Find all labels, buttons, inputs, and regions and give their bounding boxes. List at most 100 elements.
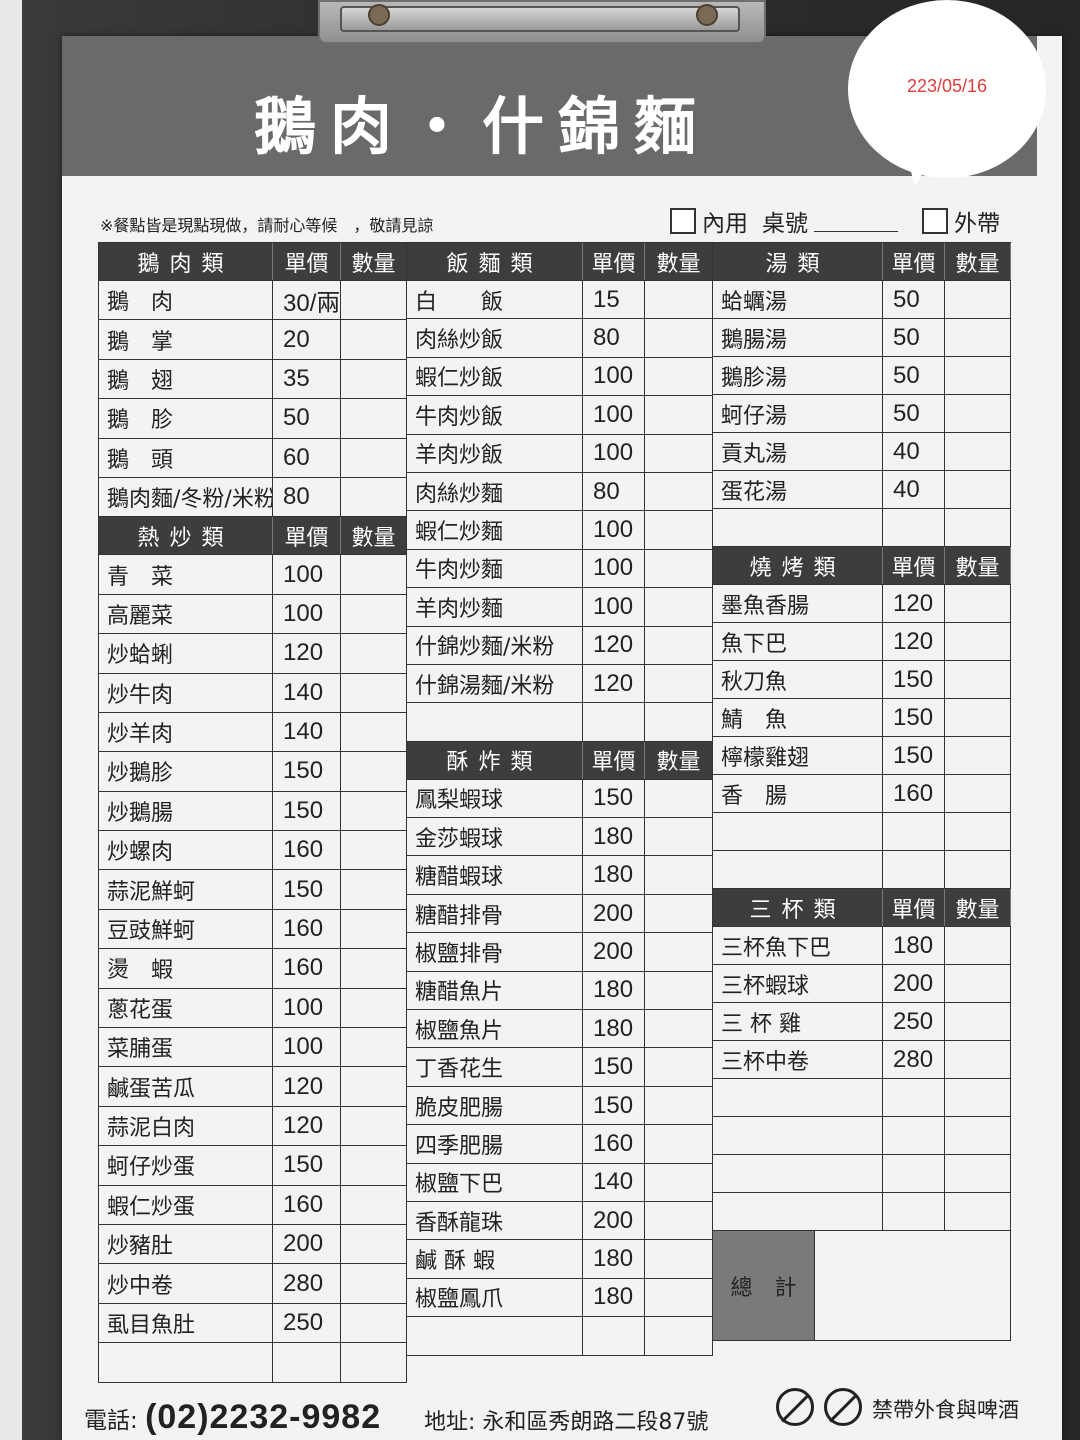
quantity-cell[interactable] <box>341 1067 407 1106</box>
item-price: 160 <box>273 909 341 949</box>
quantity-cell[interactable] <box>341 949 407 988</box>
quantity-cell[interactable] <box>945 357 1011 394</box>
dine-in-checkbox[interactable] <box>670 208 696 234</box>
quantity-cell[interactable] <box>341 320 407 359</box>
item-name: 香酥龍珠 <box>407 1201 583 1240</box>
quantity-cell[interactable] <box>945 433 1011 470</box>
menu-row: 蔥花蛋 100 <box>98 988 407 1029</box>
quantity-cell[interactable] <box>945 813 1011 850</box>
quantity-cell[interactable] <box>945 281 1011 318</box>
quantity-cell[interactable] <box>645 357 713 396</box>
quantity-cell[interactable] <box>645 1240 713 1278</box>
quantity-cell[interactable] <box>341 1264 407 1303</box>
quantity-cell[interactable] <box>341 752 407 791</box>
quantity-cell[interactable] <box>645 1278 713 1317</box>
item-name: 鵝 胗 <box>99 399 273 438</box>
dine-in-label: 內用 <box>702 211 748 237</box>
quantity-cell[interactable] <box>945 1003 1011 1040</box>
quantity-cell[interactable] <box>645 434 713 472</box>
quantity-cell[interactable] <box>645 588 713 626</box>
quantity-cell[interactable] <box>645 894 713 933</box>
quantity-cell[interactable] <box>645 511 713 549</box>
quantity-cell[interactable] <box>645 1125 713 1163</box>
item-price <box>583 1317 645 1355</box>
quantity-cell[interactable] <box>645 664 713 703</box>
quantity-cell[interactable] <box>645 818 713 856</box>
quantity-cell[interactable] <box>945 395 1011 432</box>
item-name: 炒羊肉 <box>99 712 273 752</box>
quantity-cell[interactable] <box>341 1028 407 1067</box>
quantity-cell[interactable] <box>645 1201 713 1240</box>
quantity-cell[interactable] <box>341 634 407 673</box>
quantity-cell[interactable] <box>945 661 1011 698</box>
quantity-cell[interactable] <box>945 699 1011 736</box>
quantity-cell[interactable] <box>945 623 1011 660</box>
quantity-cell[interactable] <box>341 712 407 752</box>
quantity-cell[interactable] <box>945 737 1011 774</box>
item-price: 200 <box>273 1224 341 1264</box>
quantity-cell[interactable] <box>945 319 1011 356</box>
quantity-cell[interactable] <box>645 626 713 664</box>
item-name: 貢丸湯 <box>713 433 883 470</box>
quantity-cell[interactable] <box>645 1163 713 1201</box>
quantity-cell[interactable] <box>945 585 1011 622</box>
quantity-cell[interactable] <box>945 927 1011 964</box>
menu-row <box>712 1079 1011 1117</box>
quantity-cell[interactable] <box>341 359 407 399</box>
quantity-cell[interactable] <box>341 791 407 831</box>
quantity-cell[interactable] <box>645 281 713 319</box>
menu-row <box>712 1155 1011 1193</box>
dine-in-option[interactable]: 內用 桌號 <box>670 204 898 238</box>
quantity-cell[interactable] <box>945 471 1011 508</box>
quantity-cell[interactable] <box>945 1117 1011 1154</box>
quantity-cell[interactable] <box>945 775 1011 812</box>
quantity-cell[interactable] <box>645 319 713 357</box>
quantity-cell[interactable] <box>341 555 407 594</box>
quantity-cell[interactable] <box>645 1048 713 1086</box>
takeout-checkbox[interactable] <box>922 208 948 234</box>
quantity-cell[interactable] <box>341 1343 407 1382</box>
quantity-cell[interactable] <box>341 988 407 1028</box>
quantity-cell[interactable] <box>341 1146 407 1185</box>
menu-row: 虱目魚肚 250 <box>98 1303 407 1344</box>
quantity-cell[interactable] <box>945 851 1011 888</box>
quantity-cell[interactable] <box>341 594 407 634</box>
quantity-cell[interactable] <box>341 438 407 477</box>
quantity-cell[interactable] <box>645 1010 713 1048</box>
quantity-cell[interactable] <box>645 971 713 1010</box>
quantity-cell[interactable] <box>341 673 407 712</box>
item-name: 椒鹽鳳爪 <box>407 1278 583 1317</box>
quantity-cell[interactable] <box>645 779 713 818</box>
quantity-cell[interactable] <box>645 472 713 511</box>
total-value[interactable] <box>815 1231 1011 1340</box>
quantity-cell[interactable] <box>645 703 713 741</box>
quantity-cell[interactable] <box>341 1106 407 1146</box>
quantity-cell[interactable] <box>645 549 713 588</box>
quantity-cell[interactable] <box>945 509 1011 546</box>
table-number-field[interactable] <box>814 210 898 232</box>
item-price <box>883 1193 945 1230</box>
item-name: 鳳梨蝦球 <box>407 779 583 818</box>
takeout-option[interactable]: 外帶 <box>922 204 1000 238</box>
quantity-cell[interactable] <box>645 933 713 971</box>
quantity-cell[interactable] <box>945 965 1011 1002</box>
quantity-cell[interactable] <box>645 396 713 434</box>
quantity-cell[interactable] <box>341 1185 407 1224</box>
item-name: 燙 蝦 <box>99 949 273 988</box>
quantity-cell[interactable] <box>341 909 407 949</box>
quantity-cell[interactable] <box>945 1041 1011 1078</box>
quantity-cell[interactable] <box>945 1079 1011 1116</box>
quantity-cell[interactable] <box>341 1224 407 1264</box>
quantity-cell[interactable] <box>645 856 713 894</box>
quantity-cell[interactable] <box>341 831 407 870</box>
quantity-cell[interactable] <box>645 1086 713 1125</box>
quantity-cell[interactable] <box>341 477 407 517</box>
quantity-cell[interactable] <box>341 281 407 320</box>
menu-row: 墨魚香腸 120 <box>712 585 1011 623</box>
quantity-cell[interactable] <box>945 1155 1011 1192</box>
quantity-cell[interactable] <box>645 1317 713 1355</box>
quantity-cell[interactable] <box>341 1303 407 1343</box>
quantity-cell[interactable] <box>341 399 407 438</box>
quantity-cell[interactable] <box>945 1193 1011 1230</box>
quantity-cell[interactable] <box>341 870 407 909</box>
